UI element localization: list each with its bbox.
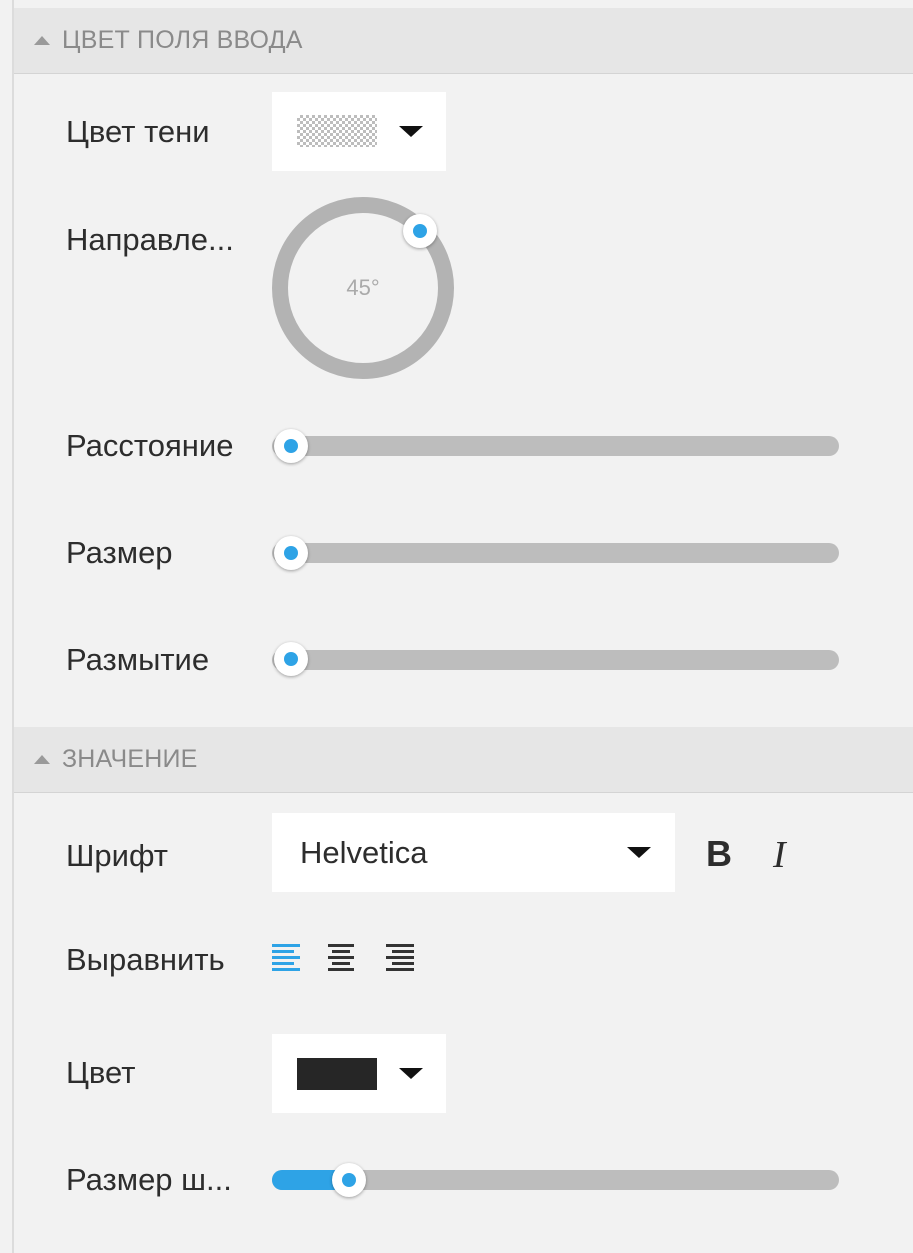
size-slider-track[interactable] <box>272 543 839 563</box>
font-size-label: Размер ш... <box>66 1162 232 1197</box>
distance-label: Расстояние <box>66 428 234 463</box>
triangle-up-icon <box>34 755 50 764</box>
triangle-up-icon <box>34 36 50 45</box>
section-title: ЗНАЧЕНИЕ <box>62 745 198 773</box>
color-swatch <box>297 1058 377 1090</box>
caret-down-icon <box>399 126 423 137</box>
section-title: ЦВЕТ ПОЛЯ ВВОДА <box>62 26 303 54</box>
align-left-icon[interactable] <box>272 942 302 976</box>
font-select[interactable]: Helvetica <box>272 813 675 892</box>
blur-slider-handle[interactable] <box>274 642 308 676</box>
panel-left-border <box>12 0 14 1253</box>
italic-button[interactable]: I <box>773 833 786 877</box>
font-select-value: Helvetica <box>300 835 428 870</box>
font-label: Шрифт <box>66 838 168 873</box>
direction-label: Направле... <box>66 222 234 257</box>
shadow-color-label: Цвет тени <box>66 114 210 149</box>
size-slider-handle[interactable] <box>274 536 308 570</box>
section-header-input-color[interactable]: ЦВЕТ ПОЛЯ ВВОДА <box>14 8 913 74</box>
caret-down-icon <box>627 847 651 858</box>
transparent-swatch <box>297 115 377 147</box>
section-header-value[interactable]: ЗНАЧЕНИЕ <box>14 727 913 793</box>
blur-label: Размытие <box>66 642 210 677</box>
bold-button[interactable]: B <box>706 833 732 875</box>
size-label: Размер <box>66 535 173 570</box>
distance-slider-handle[interactable] <box>274 429 308 463</box>
text-color-picker[interactable] <box>272 1034 446 1113</box>
distance-slider-track[interactable] <box>272 436 839 456</box>
blur-slider-track[interactable] <box>272 650 839 670</box>
caret-down-icon <box>399 1068 423 1079</box>
shadow-color-picker[interactable] <box>272 92 446 171</box>
color-label: Цвет <box>66 1055 136 1090</box>
direction-dial-handle[interactable] <box>403 214 437 248</box>
align-right-icon[interactable] <box>386 942 416 976</box>
align-center-icon[interactable] <box>327 942 357 976</box>
align-label: Выравнить <box>66 942 225 977</box>
font-size-slider-handle[interactable] <box>332 1163 366 1197</box>
